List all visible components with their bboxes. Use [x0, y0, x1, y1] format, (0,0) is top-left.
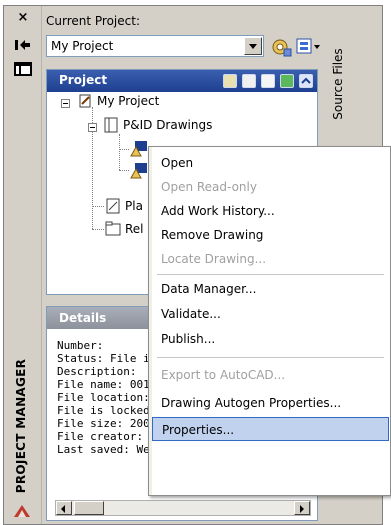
menu-item-publish[interactable]: Publish... — [152, 327, 389, 351]
left-toolbar: × PROJECT MANAGER — [4, 6, 42, 524]
folder-icon — [104, 117, 118, 133]
collapse-folder-icon[interactable] — [88, 123, 97, 132]
menu-item-export-to-autocad: Export to AutoCAD... — [161, 368, 286, 382]
project-settings-icon[interactable] — [270, 36, 294, 58]
copy-drawing-icon[interactable] — [261, 74, 275, 88]
scroll-right-icon[interactable] — [294, 501, 310, 515]
menu-item-remove-drawing[interactable]: Remove Drawing — [152, 223, 389, 247]
close-icon[interactable]: × — [13, 10, 33, 26]
menu-separator — [157, 357, 384, 358]
refresh-icon[interactable] — [280, 74, 294, 88]
properties-icon[interactable] — [13, 62, 33, 78]
menu-item-add-work-history[interactable]: Add Work History... — [152, 199, 389, 223]
menu-item-open[interactable]: Open — [152, 151, 389, 175]
auto-hide-icon[interactable] — [13, 38, 33, 54]
scroll-left-icon[interactable] — [56, 501, 72, 515]
current-project-dropdown[interactable]: My Project — [46, 35, 264, 57]
current-project-value: My Project — [51, 39, 114, 53]
tree-root-label: My Project — [97, 94, 160, 108]
open-drawing-icon[interactable] — [223, 74, 237, 88]
project-panel-title: Project — [59, 73, 108, 87]
chevron-down-icon[interactable] — [244, 37, 262, 55]
menu-item-properties[interactable]: Properties... — [152, 417, 389, 441]
menu-item-validate[interactable]: Validate... — [152, 302, 389, 326]
source-files-tab[interactable]: Source Files — [327, 36, 349, 132]
current-project-label: Current Project: — [46, 14, 140, 28]
scroll-thumb[interactable] — [74, 501, 104, 515]
collapse-root-icon[interactable] — [61, 99, 70, 108]
collapse-up-icon[interactable] — [299, 74, 313, 88]
tree-item-label: Rel — [125, 222, 144, 236]
tree-item-label: Pla — [125, 199, 143, 213]
menu-separator — [157, 274, 384, 275]
autocad-logo-icon — [12, 503, 32, 519]
new-drawing-icon[interactable] — [242, 74, 256, 88]
project-tools-icon[interactable] — [295, 36, 320, 58]
context-menu: Open Open Read-only Add Work History... … — [148, 146, 391, 496]
menu-item-locate-drawing: Locate Drawing... — [161, 252, 267, 266]
menu-item-open-read-only: Open Read-only — [161, 180, 257, 194]
project-panel-header: Project — [47, 70, 317, 92]
drawing-file-icon — [130, 163, 147, 179]
folder-icon — [106, 198, 120, 214]
panel-title-vertical: PROJECT MANAGER — [14, 358, 28, 494]
details-panel-title: Details — [59, 311, 107, 325]
details-horizontal-scrollbar[interactable] — [55, 500, 311, 516]
project-icon — [79, 94, 91, 108]
drawing-file-icon — [130, 141, 147, 157]
menu-item-drawing-autogen-properties[interactable]: Drawing Autogen Properties... — [152, 391, 389, 415]
tree-folder-label: P&ID Drawings — [123, 118, 213, 132]
menu-item-data-manager[interactable]: Data Manager... — [152, 277, 389, 301]
folder-icon — [105, 221, 121, 236]
